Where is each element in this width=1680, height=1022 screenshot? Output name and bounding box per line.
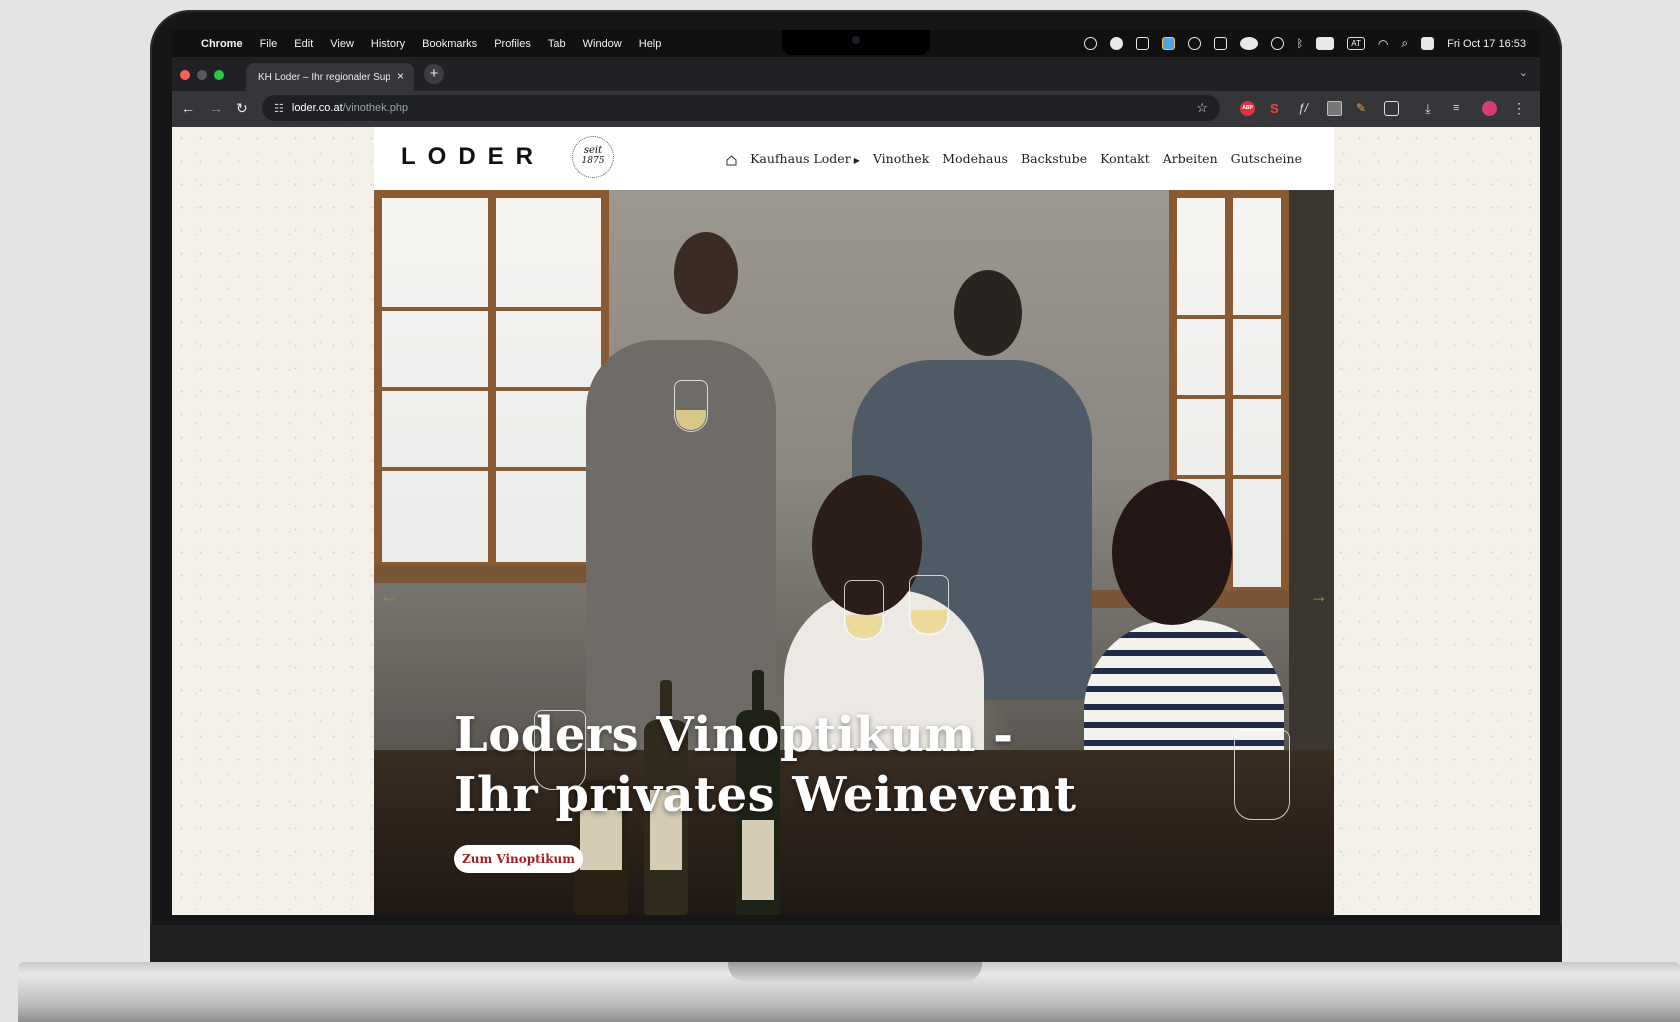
glass-wine-image <box>676 410 706 430</box>
menu-help[interactable]: Help <box>639 38 662 50</box>
pen-extension-icon[interactable]: ✎ <box>1356 101 1371 116</box>
menu-edit[interactable]: Edit <box>294 38 313 50</box>
s-extension-icon[interactable]: S <box>1270 101 1285 116</box>
menu-bookmarks[interactable]: Bookmarks <box>422 38 477 50</box>
wall-edge-image <box>1289 190 1334 750</box>
macos-menubar: Chrome File Edit View History Bookmarks … <box>172 30 1540 57</box>
zum-vinoptikum-button[interactable]: Zum Vinoptikum <box>454 845 583 873</box>
bluetooth-icon[interactable]: ᛒ <box>1297 38 1304 50</box>
menu-view[interactable]: View <box>330 38 354 50</box>
main-navigation: Kaufhaus Loder ▶ Vinothek Modehaus Backst… <box>726 151 1302 166</box>
formula-extension-icon[interactable]: ƒ/ <box>1298 101 1313 116</box>
menu-app-name[interactable]: Chrome <box>201 38 243 50</box>
hero-title: Loders Vinoptikum - Ihr privates Weineve… <box>454 705 1077 825</box>
nav-gutscheine[interactable]: Gutscheine <box>1231 151 1302 166</box>
laptop-bezel <box>150 925 1562 963</box>
wine-glass-image <box>909 575 949 635</box>
tab-title: KH Loder – Ihr regionaler Supermarkt <box>258 71 390 83</box>
wine-glass-image <box>1234 730 1290 820</box>
nav-vinothek[interactable]: Vinothek <box>873 151 929 166</box>
nav-kaufhaus-loder[interactable]: Kaufhaus Loder ▶ <box>750 151 860 166</box>
back-arrow-icon[interactable]: ← <box>181 100 195 116</box>
url-path: /vinothek.php <box>342 102 409 114</box>
adblock-extension-icon[interactable]: ABP <box>1240 101 1255 116</box>
reading-list-icon[interactable]: ≡ <box>1453 101 1468 116</box>
site-settings-icon[interactable]: ☷ <box>274 102 284 115</box>
hero-title-line-1: Loders Vinoptikum - <box>454 707 1014 763</box>
play-status-icon[interactable] <box>1270 37 1284 50</box>
menu-file[interactable]: File <box>260 38 278 50</box>
menu-history[interactable]: History <box>371 38 405 50</box>
tab-active[interactable]: KH Loder – Ihr regionaler Supermarkt × <box>246 63 414 91</box>
download-icon[interactable]: ⤓ <box>1425 101 1440 116</box>
camera-notch <box>782 30 930 55</box>
wifi-icon[interactable]: ◠ <box>1378 37 1388 51</box>
hero-title-line-2: Ihr privates Weinevent <box>454 767 1077 823</box>
profile-avatar[interactable] <box>1482 101 1497 116</box>
window-left-image <box>374 190 609 570</box>
person-right-head-image <box>954 270 1022 356</box>
bookmark-star-icon[interactable]: ☆ <box>1196 100 1208 116</box>
menu-window[interactable]: Window <box>583 38 622 50</box>
close-window-icon[interactable] <box>180 70 190 80</box>
spotlight-search-icon[interactable]: ⌕ <box>1401 36 1408 51</box>
slider-prev-arrow-icon[interactable]: ← <box>380 586 398 607</box>
window-controls <box>180 70 224 80</box>
person-left-head-image <box>674 232 738 314</box>
camera-icon <box>852 36 860 44</box>
bottle-label-image <box>742 820 774 900</box>
glass-wine-image <box>846 614 882 638</box>
nav-kontakt[interactable]: Kontakt <box>1100 151 1150 166</box>
seal-text-seit: seit <box>583 145 603 156</box>
nav-modehaus[interactable]: Modehaus <box>942 151 1008 166</box>
slider-next-arrow-icon[interactable]: → <box>1310 586 1328 607</box>
nav-backstube[interactable]: Backstube <box>1021 151 1087 166</box>
nav-arbeiten[interactable]: Arbeiten <box>1163 151 1218 166</box>
menu-tab[interactable]: Tab <box>548 38 566 50</box>
app-status-icon[interactable] <box>1135 37 1149 50</box>
control-center-icon[interactable] <box>1421 37 1435 50</box>
chrome-tab-strip: KH Loder – Ihr regionaler Supermarkt × +… <box>172 57 1540 91</box>
vpn-status-icon[interactable] <box>1187 37 1201 50</box>
address-bar[interactable]: ☷ loder.co.at/vinothek.php ☆ <box>262 95 1220 121</box>
cloud-icon[interactable] <box>1239 37 1258 50</box>
url-host: loder.co.at <box>291 102 343 114</box>
battery-icon[interactable] <box>1316 37 1335 50</box>
seal-text-year: 1875 <box>581 156 605 166</box>
caret-right-icon: ▶ <box>853 156 860 165</box>
translate-status-icon[interactable] <box>1161 37 1175 50</box>
chrome-toolbar: ← → ↻ ☷ loder.co.at/vinothek.php ☆ ABP S… <box>172 91 1540 127</box>
glass-wine-image <box>911 609 947 633</box>
chrome-menu-icon[interactable]: ⋮ <box>1512 101 1527 116</box>
page-viewport: LODER seit 1875 Kaufhaus Loder ▶ Vinothek… <box>172 127 1540 915</box>
nav-kaufhaus-loder-label: Kaufhaus Loder <box>750 151 851 166</box>
input-source-indicator[interactable]: AT <box>1347 37 1365 50</box>
zoom-window-icon[interactable] <box>214 70 224 80</box>
chat-status-icon[interactable] <box>1109 37 1123 50</box>
wine-glass-image <box>844 580 884 640</box>
person-seated-right-head-image <box>1112 480 1232 625</box>
tab-search-chevron-icon[interactable]: ⌄ <box>1519 66 1528 79</box>
extensions-puzzle-icon[interactable] <box>1384 101 1399 116</box>
box-extension-icon[interactable] <box>1327 101 1342 116</box>
hero-slider: ← → Loders Vinoptikum - Ihr privates Wei… <box>374 190 1334 915</box>
screenshot-status-icon[interactable] <box>1083 37 1097 50</box>
forward-arrow-icon[interactable]: → <box>209 100 223 116</box>
wine-glass-image <box>674 380 708 432</box>
reload-icon[interactable]: ↻ <box>236 100 248 116</box>
screen: Chrome File Edit View History Bookmarks … <box>172 30 1540 915</box>
laptop-opening-notch <box>728 962 982 982</box>
menu-profiles[interactable]: Profiles <box>494 38 531 50</box>
home-icon[interactable] <box>726 154 737 165</box>
new-tab-button[interactable]: + <box>424 64 444 84</box>
clipboard-status-icon[interactable] <box>1213 37 1227 50</box>
tab-close-icon[interactable]: × <box>397 69 404 83</box>
site-logo[interactable]: LODER <box>401 143 545 171</box>
menubar-clock[interactable]: Fri Oct 17 16:53 <box>1447 38 1526 50</box>
minimize-window-icon[interactable] <box>197 70 207 80</box>
seit-1875-seal: seit 1875 <box>572 136 614 178</box>
site-header: LODER seit 1875 Kaufhaus Loder ▶ Vinothek… <box>374 127 1334 190</box>
